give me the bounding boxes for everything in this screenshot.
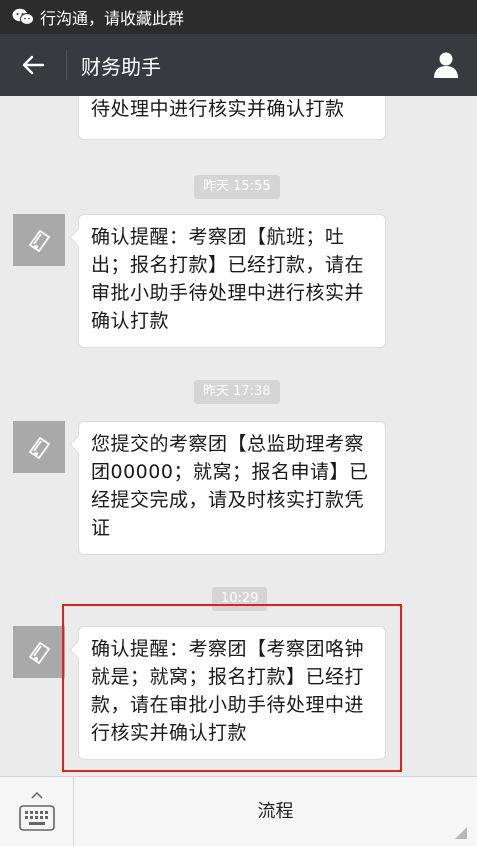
status-bar-text: 行沟通，请收藏此群	[40, 9, 185, 28]
bottom-bar: 流程	[0, 776, 477, 846]
timestamp: 昨天 15:55	[194, 175, 280, 199]
titlebar: 财务助手	[0, 34, 477, 96]
status-bar: 行沟通，请收藏此群	[0, 0, 477, 34]
wechat-icon	[12, 8, 34, 26]
highlight-box	[62, 604, 402, 772]
ticket-icon	[28, 436, 51, 460]
keyboard-icon	[18, 791, 55, 831]
back-arrow-icon	[22, 55, 45, 75]
avatar[interactable]	[13, 626, 65, 678]
titlebar-divider	[66, 50, 67, 80]
keyboard-toggle-button[interactable]	[0, 776, 74, 846]
menu-item-process[interactable]: 流程	[74, 777, 477, 846]
ticket-icon	[28, 641, 51, 665]
menu-item-label: 流程	[257, 800, 294, 822]
message-bubble: 您提交的考察团【总监助理考察团00000；就窝；报名申请】已经提交完成，请及时核…	[78, 421, 386, 555]
message-bubble: 待处理中进行核实并确认打款	[78, 96, 386, 140]
profile-button[interactable]	[415, 34, 477, 96]
chat-title: 财务助手	[81, 54, 161, 79]
message-text: 待处理中进行核实并确认打款	[91, 98, 345, 120]
message-text: 您提交的考察团【总监助理考察团00000；就窝；报名申请】已经提交完成，请及时核…	[91, 433, 369, 539]
message-bubble: 确认提醒：考察团【航班；吐出；报名打款】已经打款，请在审批小助手待处理中进行核实…	[78, 214, 386, 348]
person-icon	[434, 52, 458, 78]
back-button[interactable]	[0, 34, 66, 96]
avatar[interactable]	[13, 214, 65, 266]
timestamp: 昨天 17:38	[194, 380, 280, 404]
avatar[interactable]	[13, 421, 65, 473]
submenu-corner-icon	[455, 826, 467, 839]
message-text: 确认提醒：考察团【航班；吐出；报名打款】已经打款，请在审批小助手待处理中进行核实…	[91, 226, 365, 332]
chat-area[interactable]: 待处理中进行核实并确认打款 昨天 15:55 确认提醒：考察团【航班；吐出；报名…	[0, 96, 477, 776]
ticket-icon	[28, 229, 51, 253]
